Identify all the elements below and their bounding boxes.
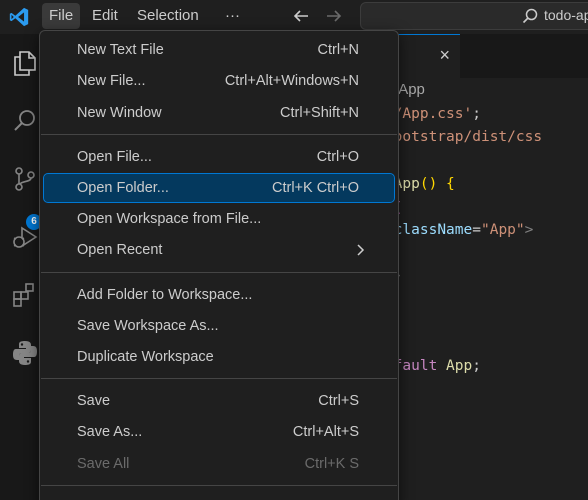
menu-separator bbox=[41, 485, 397, 486]
more-menus-button[interactable]: ··· bbox=[218, 3, 247, 29]
menu-item-open-recent[interactable]: Open Recent bbox=[44, 236, 394, 264]
title-bar: File Edit Selection ··· todo-app bbox=[0, 0, 588, 34]
menu-item-save[interactable]: Save Ctrl+S bbox=[44, 387, 394, 415]
menu-item-new-file[interactable]: New File... Ctrl+Alt+Windows+N bbox=[44, 67, 394, 95]
breadcrumb-symbol[interactable]: App bbox=[398, 81, 425, 98]
menu-item-open-workspace-from-file[interactable]: Open Workspace from File... bbox=[44, 205, 394, 233]
menu-separator bbox=[41, 378, 397, 379]
menu-selection[interactable]: Selection bbox=[130, 3, 206, 29]
menu-separator bbox=[41, 272, 397, 273]
menu-item-new-window[interactable]: New Window Ctrl+Shift+N bbox=[44, 99, 394, 127]
run-debug-icon[interactable] bbox=[10, 222, 40, 252]
python-icon[interactable] bbox=[10, 338, 40, 368]
menu-item-save-all: Save All Ctrl+K S bbox=[77, 456, 359, 472]
menu-item-save-workspace-as[interactable]: Save Workspace As... bbox=[44, 312, 394, 340]
arrow-right-icon[interactable] bbox=[325, 8, 343, 24]
search-icon bbox=[522, 8, 538, 24]
vscode-logo-icon bbox=[9, 7, 29, 27]
file-menu: New Text File Ctrl+N New File... Ctrl+Al… bbox=[39, 30, 399, 500]
menu-item-new-text-file[interactable]: New Text File Ctrl+N bbox=[44, 36, 394, 64]
search-icon[interactable] bbox=[10, 106, 40, 136]
workspace-name: todo-app bbox=[544, 7, 588, 23]
close-icon[interactable]: × bbox=[439, 45, 450, 66]
menu-item-duplicate-workspace[interactable]: Duplicate Workspace bbox=[44, 343, 394, 371]
menu-item-open-folder[interactable]: Open Folder... Ctrl+K Ctrl+O bbox=[43, 173, 395, 203]
source-control-icon[interactable] bbox=[10, 164, 40, 194]
menu-edit[interactable]: Edit bbox=[85, 3, 125, 29]
menu-separator bbox=[41, 134, 397, 135]
chevron-right-icon bbox=[357, 244, 365, 256]
extensions-icon[interactable] bbox=[10, 280, 40, 310]
menu-item-save-as[interactable]: Save As... Ctrl+Alt+S bbox=[44, 418, 394, 446]
menu-item-open-file[interactable]: Open File... Ctrl+O bbox=[44, 143, 394, 171]
command-center-search[interactable]: todo-app bbox=[360, 2, 588, 30]
arrow-left-icon[interactable] bbox=[292, 8, 310, 24]
explorer-icon[interactable] bbox=[10, 48, 40, 78]
menu-file[interactable]: File bbox=[42, 3, 81, 29]
menu-item-add-folder-to-workspace[interactable]: Add Folder to Workspace... bbox=[44, 281, 394, 309]
